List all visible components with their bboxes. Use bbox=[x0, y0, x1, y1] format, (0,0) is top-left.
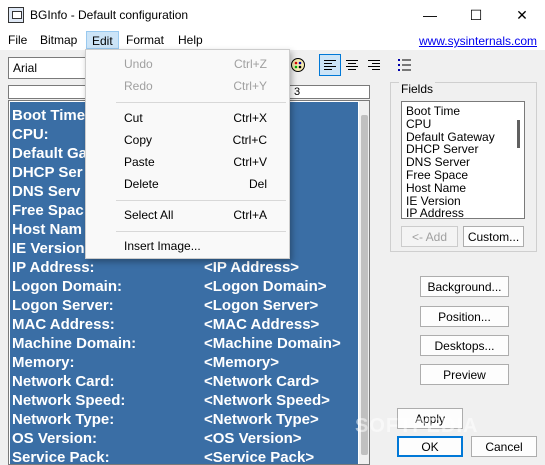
info-line-value: <Logon Server> bbox=[204, 297, 319, 314]
info-line-label: OS Version: bbox=[12, 430, 98, 447]
fields-scrollbar[interactable] bbox=[513, 102, 524, 218]
info-line-label: MAC Address: bbox=[12, 316, 115, 333]
menu-separator bbox=[116, 231, 286, 232]
align-center-icon[interactable] bbox=[341, 54, 363, 76]
menu-item-shortcut: Ctrl+X bbox=[233, 111, 267, 125]
menu-item-label: Copy bbox=[124, 133, 153, 147]
align-left-icon[interactable] bbox=[319, 54, 341, 76]
menu-item-shortcut: Del bbox=[248, 177, 267, 191]
preview-button[interactable]: Preview bbox=[420, 364, 509, 385]
info-line-label: DHCP Ser bbox=[12, 164, 83, 181]
info-line-label: Free Spac bbox=[12, 202, 84, 219]
editor-scrollbar[interactable] bbox=[359, 101, 369, 464]
cancel-button[interactable]: Cancel bbox=[471, 436, 537, 457]
watermark: SOFTPEDIA bbox=[355, 415, 479, 437]
info-line-label: Network Type: bbox=[12, 411, 115, 428]
maximize-button[interactable]: ☐ bbox=[453, 0, 499, 30]
info-line-label: DNS Serv bbox=[12, 183, 81, 200]
menu-item-label: Redo bbox=[124, 79, 153, 93]
window-title: BGInfo - Default configuration bbox=[30, 8, 189, 22]
menu-item-shortcut: Ctrl+Y bbox=[233, 79, 267, 93]
menu-item-delete[interactable]: Delete Del bbox=[86, 174, 291, 194]
menu-edit[interactable]: Edit bbox=[86, 31, 119, 49]
minimize-button[interactable]: — bbox=[407, 0, 453, 30]
bginfo-app-icon bbox=[8, 7, 24, 23]
info-line-value: <Service Pack> bbox=[204, 449, 315, 465]
menu-item-label: Insert Image... bbox=[124, 239, 201, 253]
menu-bitmap[interactable]: Bitmap bbox=[35, 31, 82, 49]
menu-item-shortcut: Ctrl+V bbox=[233, 155, 267, 169]
fields-scrollbar-thumb[interactable] bbox=[517, 120, 520, 148]
add-field-button[interactable]: <- Add bbox=[401, 226, 458, 247]
ruler-mark: 3 bbox=[294, 86, 301, 98]
info-line-label: CPU: bbox=[12, 126, 49, 143]
info-line-value: <Network Type> bbox=[204, 411, 319, 428]
info-line-label: IE Version bbox=[12, 240, 85, 257]
desktops-button[interactable]: Desktops... bbox=[420, 335, 509, 356]
align-right-icon[interactable] bbox=[363, 54, 385, 76]
menu-item-copy[interactable]: Copy Ctrl+C bbox=[86, 130, 291, 150]
bullet-list-icon[interactable] bbox=[394, 54, 416, 76]
editor-scrollbar-thumb[interactable] bbox=[361, 115, 368, 455]
info-line-value: <IP Address> bbox=[204, 259, 300, 276]
menu-format[interactable]: Format bbox=[121, 31, 169, 49]
info-line-label: Host Nam bbox=[12, 221, 83, 238]
title-bar: BGInfo - Default configuration — ☐ ✕ bbox=[0, 0, 545, 30]
info-line-label: Memory: bbox=[12, 354, 75, 371]
close-button[interactable]: ✕ bbox=[499, 0, 545, 30]
menu-item-label: Cut bbox=[124, 111, 143, 125]
info-line-value: <OS Version> bbox=[204, 430, 302, 447]
info-line-label: IP Address: bbox=[12, 259, 95, 276]
font-name-select[interactable]: Arial bbox=[8, 57, 88, 79]
menu-separator bbox=[116, 102, 286, 103]
menu-item-label: Paste bbox=[124, 155, 155, 169]
menu-item-select-all[interactable]: Select All Ctrl+A bbox=[86, 205, 291, 225]
edit-menu-dropdown: Undo Ctrl+Z Redo Ctrl+Y Cut Ctrl+X Copy … bbox=[85, 49, 290, 259]
info-line-value: <Machine Domain> bbox=[204, 335, 341, 352]
info-line-value: <Memory> bbox=[204, 354, 280, 371]
info-line-label: Network Speed: bbox=[12, 392, 126, 409]
info-line-value: <MAC Address> bbox=[204, 316, 320, 333]
info-line-label: Logon Server: bbox=[12, 297, 114, 314]
menu-item-shortcut: Ctrl+C bbox=[232, 133, 267, 147]
info-line-value: <Network Speed> bbox=[204, 392, 330, 409]
menu-help[interactable]: Help bbox=[173, 31, 208, 49]
menu-item-shortcut: Ctrl+Z bbox=[234, 57, 267, 71]
info-line-label: Logon Domain: bbox=[12, 278, 122, 295]
menu-item-redo[interactable]: Redo Ctrl+Y bbox=[86, 76, 291, 96]
custom-field-button[interactable]: Custom... bbox=[463, 226, 524, 247]
position-button[interactable]: Position... bbox=[420, 306, 509, 327]
background-button[interactable]: Background... bbox=[420, 276, 509, 297]
menu-separator bbox=[116, 200, 286, 201]
menu-file[interactable]: File bbox=[3, 31, 32, 49]
menu-item-cut[interactable]: Cut Ctrl+X bbox=[86, 108, 291, 128]
info-line-label: Network Card: bbox=[12, 373, 115, 390]
info-line-value: <Logon Domain> bbox=[204, 278, 327, 295]
field-list-item[interactable]: IP Address bbox=[406, 206, 464, 218]
info-line-label: Boot Time bbox=[12, 107, 86, 124]
fields-legend: Fields bbox=[399, 82, 436, 96]
menu-item-label: Delete bbox=[124, 177, 159, 191]
menu-item-label: Undo bbox=[124, 57, 153, 71]
fields-list[interactable]: Boot Time CPU Default Gateway DHCP Server DN… bbox=[401, 101, 525, 219]
info-line-value: <Network Card> bbox=[204, 373, 320, 390]
info-line-label: Service Pack: bbox=[12, 449, 110, 465]
menu-item-shortcut: Ctrl+A bbox=[233, 208, 267, 222]
menu-item-label: Select All bbox=[124, 208, 174, 222]
menu-item-insert-image[interactable]: Insert Image... bbox=[86, 236, 291, 256]
menu-item-undo[interactable]: Undo Ctrl+Z bbox=[86, 54, 291, 74]
menu-item-paste[interactable]: Paste Ctrl+V bbox=[86, 152, 291, 172]
info-line-label: Machine Domain: bbox=[12, 335, 137, 352]
ok-button[interactable]: OK bbox=[397, 436, 463, 457]
info-line-label: Default Ga bbox=[12, 145, 88, 162]
sysinternals-link[interactable]: www.sysinternals.com bbox=[419, 34, 537, 48]
